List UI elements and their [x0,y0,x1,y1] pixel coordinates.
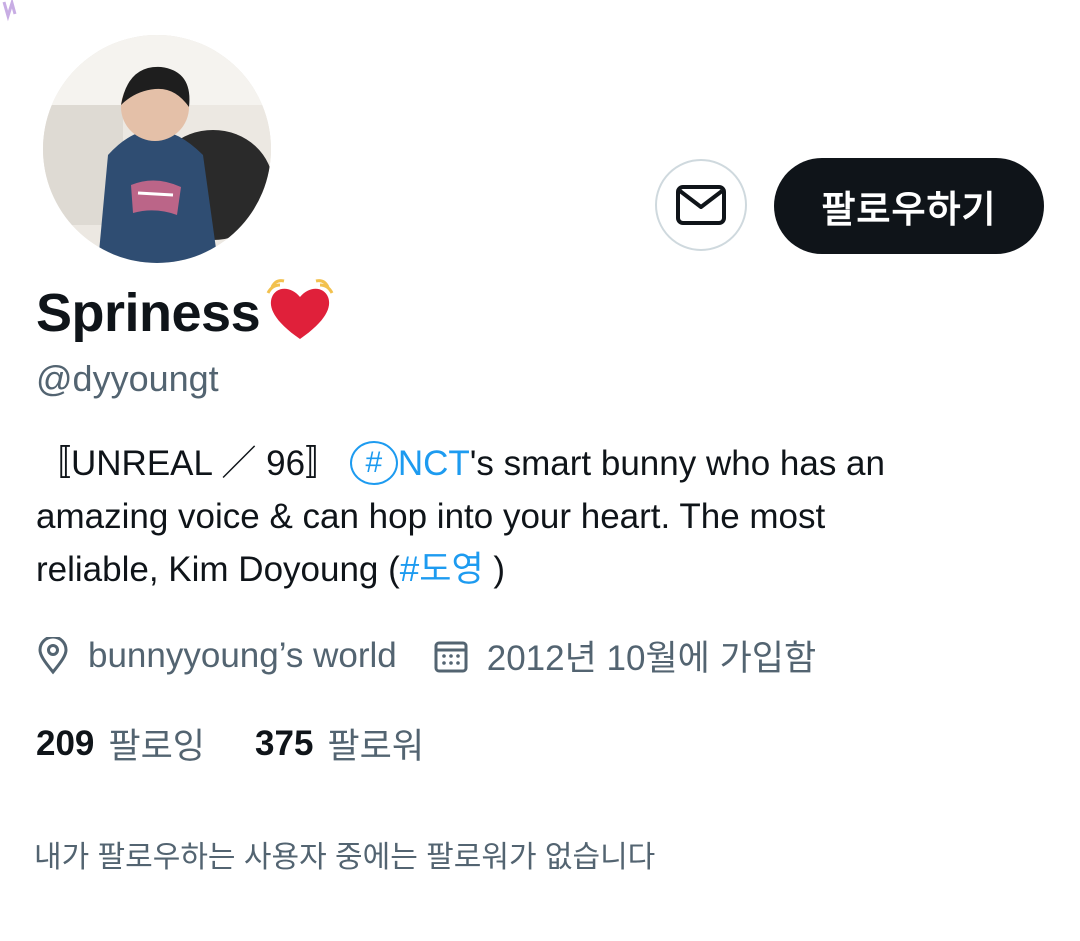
hashtag-doyoung-link[interactable]: #도영 [400,550,484,589]
location-pin-icon [36,636,70,675]
display-name: Spriness [36,279,336,344]
followers-count: 375 [255,723,314,763]
avatar[interactable] [43,35,271,263]
bio: 〚UNREAL ／ 96〛 # NCT's smart bunny who has… [36,437,1036,596]
profile-page: 팔로우하기 Spriness @dyyoungt 〚UNREAL ／ 96〛 #… [0,0,1080,941]
following-label: 팔로잉 [108,727,206,766]
envelope-icon [676,185,726,225]
following-count: 209 [36,723,95,763]
bio-line-3: reliable, Kim Doyoung (#도영 ) [36,550,506,589]
hashtag-nct-link[interactable]: NCT [398,444,470,483]
calendar-icon [433,638,469,674]
following-link[interactable]: 209 팔로잉 [36,718,205,769]
corner-scribble [2,0,17,22]
hashtag-circle-mark: # [349,440,398,485]
message-button[interactable] [655,159,747,251]
profile-meta: bunnyyoung’s world 2012년 10월에 가입함 [36,630,816,681]
bio-line-1: 〚UNREAL ／ 96〛 # NCT's smart bunny who has… [36,437,1036,490]
beating-heart-icon [266,279,334,339]
mutual-followers-note: 내가 팔로우하는 사용자 중에는 팔로워가 없습니다 [34,841,656,874]
follow-button[interactable]: 팔로우하기 [774,158,1044,254]
display-name-text: Spriness [36,283,261,343]
followers-link[interactable]: 375 팔로워 [255,718,424,769]
follow-stats: 209 팔로잉 375 팔로워 [36,718,474,769]
bio-line-2: amazing voice & can hop into your heart.… [36,497,826,536]
joined-date: 2012년 10월에 가입함 [486,639,817,678]
location-text: bunnyyoung’s world [88,635,397,675]
user-handle: @dyyoungt [36,358,219,399]
followers-label: 팔로워 [327,727,425,766]
